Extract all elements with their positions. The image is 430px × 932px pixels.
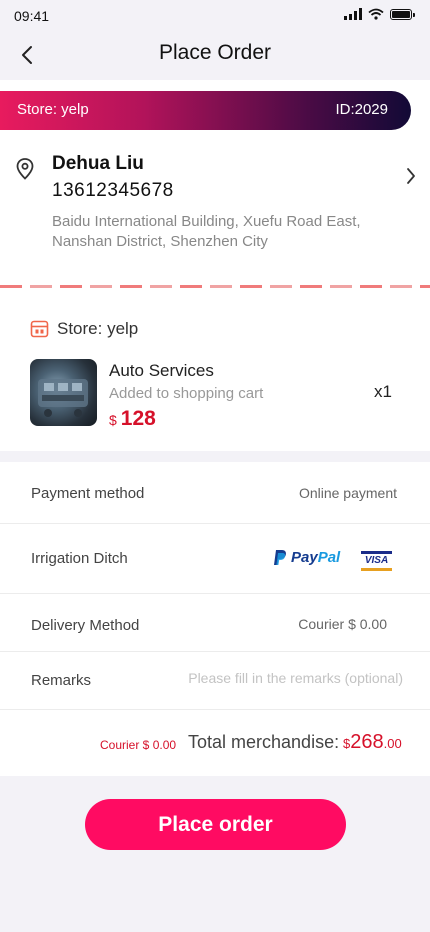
paypal-icon xyxy=(274,550,286,565)
irrigation-ditch-row: Irrigation Ditch PayPal VISA xyxy=(0,524,430,594)
order-item-card: Store: yelp Auto Services Added to shopp… xyxy=(0,297,430,451)
total-label: Total merchandise: xyxy=(188,732,340,752)
visa-wordmark: VISA xyxy=(361,554,392,568)
product-price: $ 128 xyxy=(109,407,156,431)
status-time: 09:41 xyxy=(14,8,50,24)
remarks-input[interactable] xyxy=(173,670,403,686)
product-subtitle: Added to shopping cart xyxy=(109,385,264,402)
banner-store-label: Store: yelp xyxy=(17,101,89,118)
store-name: Store: yelp xyxy=(57,319,139,338)
delivery-method-row[interactable]: Delivery Method Courier $ 0.00 xyxy=(0,594,430,652)
paypal-option[interactable]: PayPal xyxy=(273,549,340,566)
location-pin-icon xyxy=(16,158,34,180)
nav-bar: Place Order xyxy=(0,32,430,78)
price-amount: 128 xyxy=(120,407,156,430)
signal-icon xyxy=(344,8,362,20)
address-dashed-border xyxy=(0,285,430,288)
status-bar: 09:41 xyxy=(0,0,430,32)
product-thumbnail[interactable] xyxy=(30,359,97,426)
recipient-name: Dehua Liu xyxy=(52,153,144,174)
visa-option[interactable]: VISA xyxy=(361,551,392,571)
payment-method-label: Payment method xyxy=(31,485,145,502)
recipient-phone: 13612345678 xyxy=(52,180,174,201)
banner-store-id: ID:2029 xyxy=(335,101,388,118)
store-icon xyxy=(30,320,49,338)
order-details: Payment method Online payment Irrigation… xyxy=(0,462,430,776)
address-card[interactable]: Store: yelp ID:2029 Dehua Liu 1361234567… xyxy=(0,80,430,298)
price-currency: $ xyxy=(109,412,117,428)
chevron-right-icon[interactable] xyxy=(406,166,416,186)
address-line-1: Baidu International Building, Xuefu Road… xyxy=(52,213,361,230)
status-icons xyxy=(344,8,415,20)
place-order-button[interactable]: Place order xyxy=(85,799,346,850)
total-courier-fee: Courier $ 0.00 xyxy=(100,738,177,752)
wifi-icon xyxy=(368,8,384,20)
store-row: Store: yelp xyxy=(30,319,138,339)
delivery-method-value: Courier $ 0.00 xyxy=(298,616,387,632)
address-line-2: Nanshan District, Shenzhen City xyxy=(52,233,268,250)
total-row: Courier $ 0.00 Total merchandise: $ 268 … xyxy=(0,710,430,776)
total-currency: $ xyxy=(343,736,351,751)
product-quantity: x1 xyxy=(374,382,392,401)
engine-image xyxy=(38,379,88,417)
total-amount: $ 268 .00 xyxy=(343,731,402,754)
irrigation-ditch-label: Irrigation Ditch xyxy=(31,550,128,567)
remarks-row: Remarks xyxy=(0,652,430,710)
delivery-method-label: Delivery Method xyxy=(31,617,140,634)
battery-icon xyxy=(390,8,415,20)
paypal-wordmark: PayPal xyxy=(291,549,341,566)
total-amount-int: 268 xyxy=(350,731,384,753)
product-name: Auto Services xyxy=(109,361,214,380)
page-title: Place Order xyxy=(158,41,272,64)
total-amount-dec: .00 xyxy=(383,736,402,751)
store-banner: Store: yelp ID:2029 xyxy=(0,91,411,130)
payment-method-row[interactable]: Payment method Online payment xyxy=(0,462,430,524)
payment-method-value: Online payment xyxy=(298,485,397,501)
remarks-label: Remarks xyxy=(31,672,92,689)
